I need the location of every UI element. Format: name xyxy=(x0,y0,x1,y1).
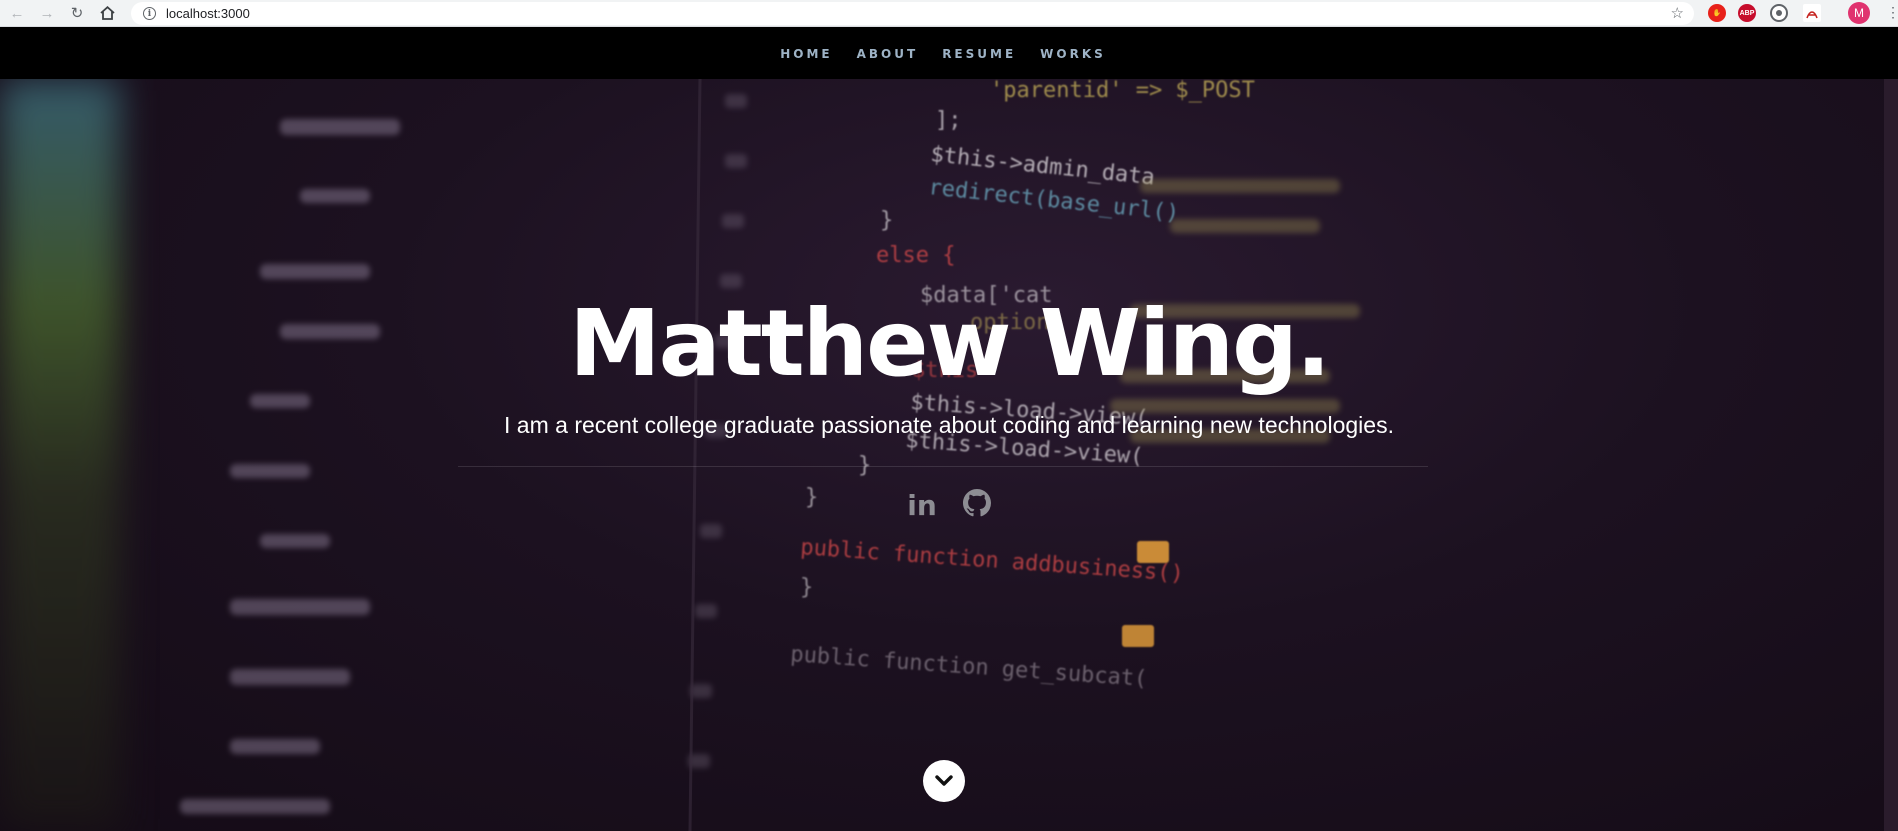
hero-title: Matthew Wing. xyxy=(569,290,1331,397)
stop-extension-icon[interactable]: ✋ xyxy=(1708,4,1726,22)
url-text: localhost:3000 xyxy=(166,6,250,21)
reload-icon: ↻ xyxy=(70,5,84,22)
hero-divider xyxy=(458,466,1428,467)
arrow-right-icon: → xyxy=(39,4,55,22)
browser-toolbar: ← → ↻ i localhost:3000 ☆ ✋ ABP M ⋮ xyxy=(0,0,1898,27)
home-icon xyxy=(99,6,115,20)
profile-avatar[interactable]: M xyxy=(1848,2,1870,24)
chevron-down-icon xyxy=(935,775,953,786)
site-nav: HOME ABOUT RESUME WORKS xyxy=(0,28,1898,79)
nav-about[interactable]: ABOUT xyxy=(857,47,919,61)
adblock-plus-icon[interactable]: ABP xyxy=(1738,4,1756,22)
nav-works[interactable]: WORKS xyxy=(1040,47,1106,61)
bookmark-star-icon[interactable]: ☆ xyxy=(1671,4,1684,22)
pdf-extension-icon[interactable] xyxy=(1803,4,1821,22)
home-button[interactable] xyxy=(94,1,120,25)
reload-button[interactable]: ↻ xyxy=(64,1,90,25)
page-scrollbar[interactable] xyxy=(1884,79,1898,831)
back-button[interactable]: ← xyxy=(4,1,30,25)
linkedin-icon[interactable]: in xyxy=(907,489,937,522)
social-links: in xyxy=(0,489,1898,522)
github-icon[interactable] xyxy=(962,489,991,522)
scroll-down-button[interactable] xyxy=(923,760,965,802)
browser-menu-icon[interactable]: ⋮ xyxy=(1886,4,1898,21)
nav-resume[interactable]: RESUME xyxy=(942,47,1016,61)
profile-initial: M xyxy=(1854,6,1864,20)
svg-text:}: } xyxy=(880,208,893,233)
svg-text:}: } xyxy=(800,575,813,600)
svg-text:public function get_subcat(: public function get_subcat( xyxy=(790,642,1148,692)
code-background-image: 'parentid' => $_POST ]; $this->admin_dat… xyxy=(180,79,1360,831)
target-extension-icon[interactable] xyxy=(1770,4,1788,22)
arrow-left-icon: ← xyxy=(9,4,25,22)
svg-text:public function addbusiness(): public function addbusiness() xyxy=(800,535,1185,587)
hero-section: 'parentid' => $_POST ]; $this->admin_dat… xyxy=(0,79,1898,831)
nav-home[interactable]: HOME xyxy=(780,47,832,61)
hero-subtitle: I am a recent college graduate passionat… xyxy=(504,412,1394,438)
svg-text:'parentid' => $_POST: 'parentid' => $_POST xyxy=(990,79,1255,103)
svg-text:else {: else { xyxy=(876,243,955,268)
forward-button[interactable]: → xyxy=(34,1,60,25)
address-bar[interactable]: i localhost:3000 ☆ xyxy=(131,2,1694,25)
info-icon[interactable]: i xyxy=(143,7,156,20)
svg-text:];: ]; xyxy=(935,108,962,133)
